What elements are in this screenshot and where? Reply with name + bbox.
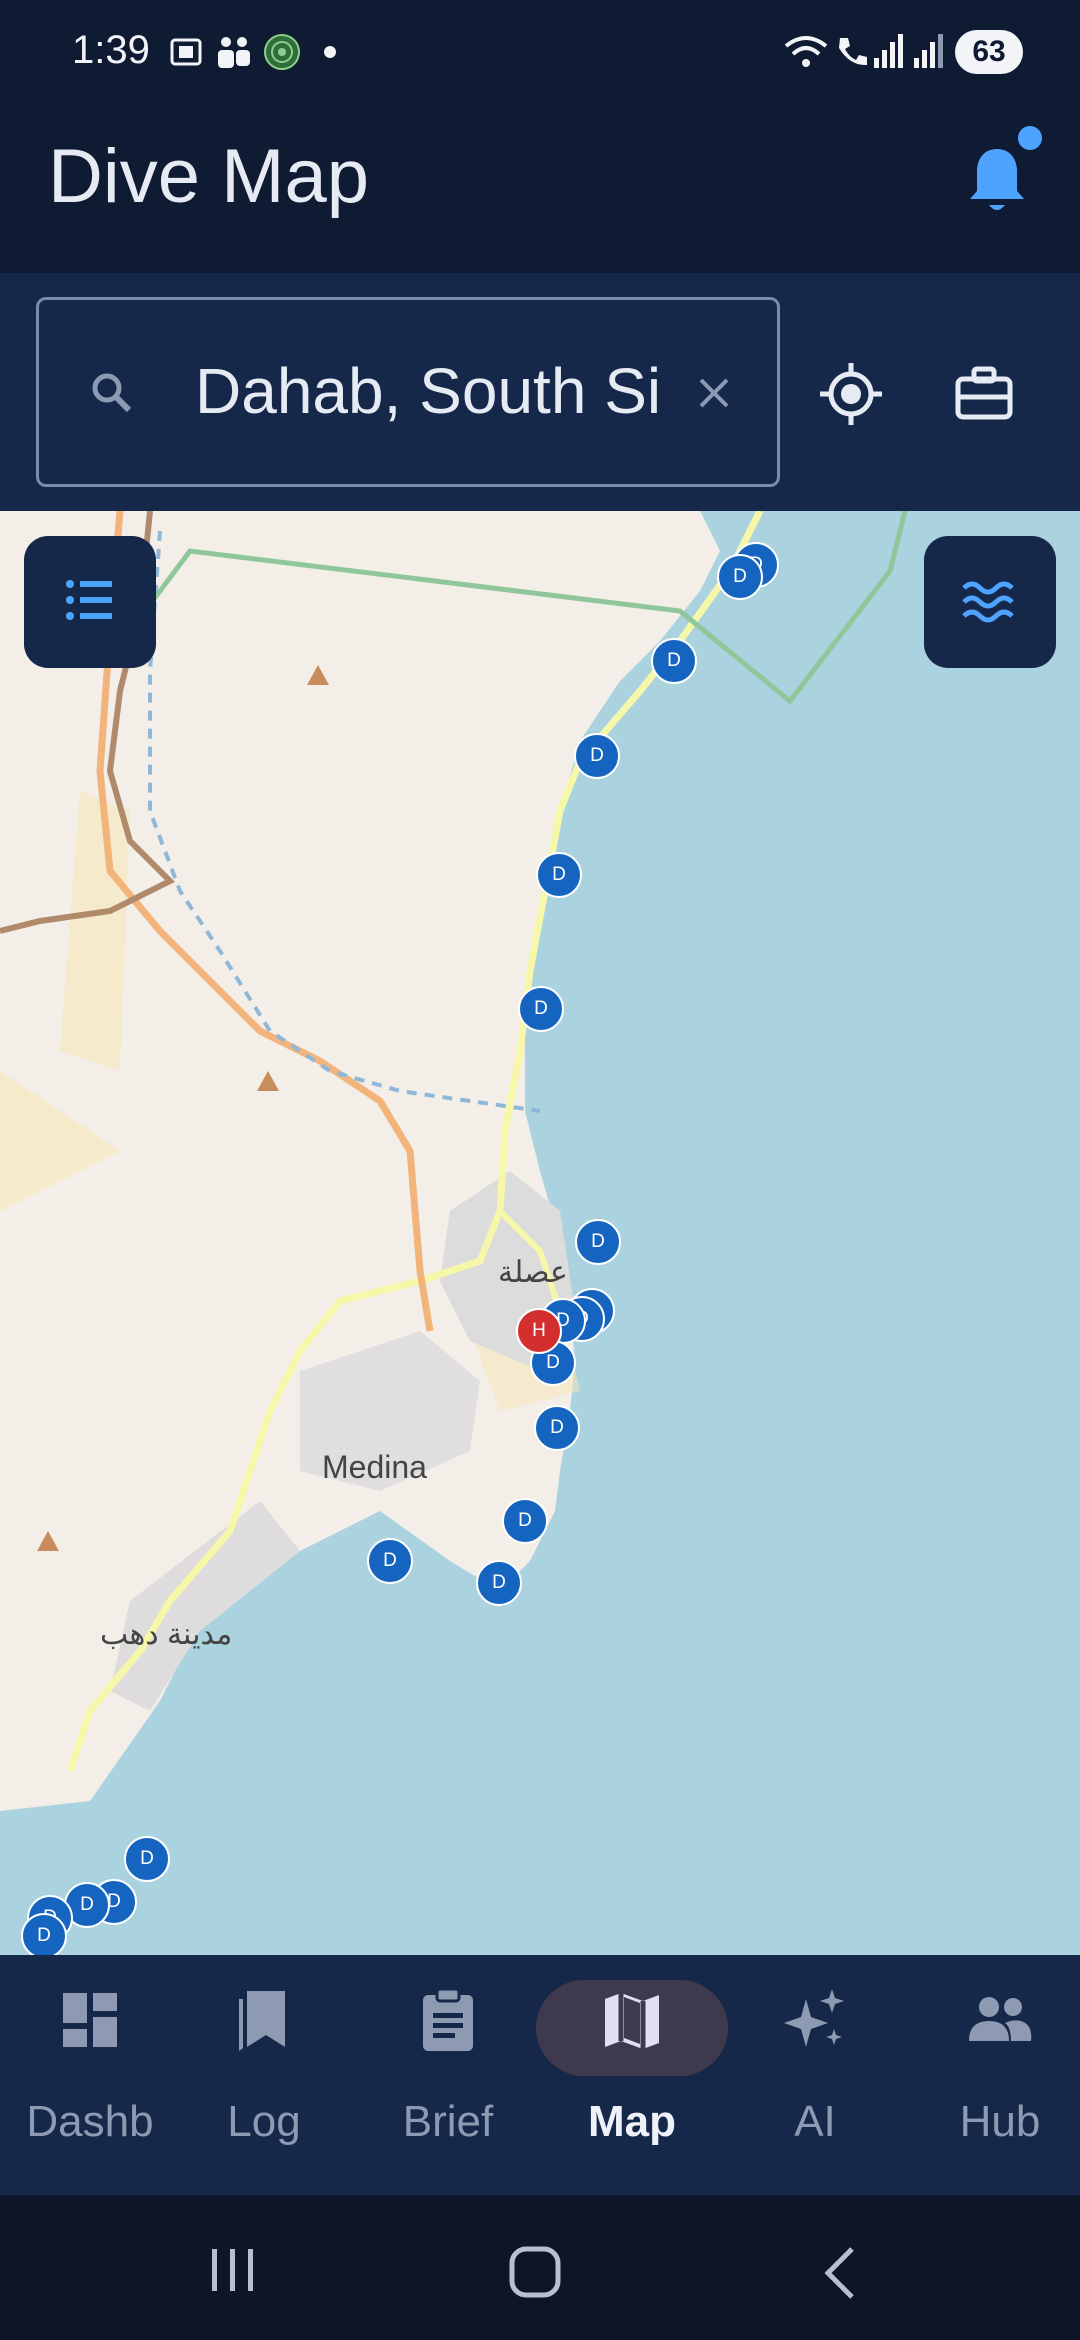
hotel-marker[interactable]: H <box>516 1308 562 1354</box>
notification-dot-icon <box>324 46 336 58</box>
log-book-icon <box>239 1991 285 2051</box>
my-location-icon[interactable] <box>818 361 884 427</box>
map-base-layer <box>0 511 1080 1955</box>
map-label-dahab-city: مدينة دهب <box>100 1618 233 1651</box>
notification-badge <box>1018 126 1042 150</box>
map-label-asala: عصلة <box>498 1256 568 1289</box>
nav-tab-brief[interactable]: Brief <box>358 1955 538 2195</box>
dive-site-marker[interactable]: D <box>534 1405 580 1451</box>
status-bar: 1:39 63 <box>0 0 1080 105</box>
dive-site-marker[interactable]: D <box>574 733 620 779</box>
app-bar: Dive Map <box>0 105 1080 273</box>
dive-site-marker[interactable]: D <box>21 1913 67 1955</box>
dive-map[interactable]: Medina مدينة دهب عصلة D D D D D D D D D … <box>0 511 1080 1955</box>
nav-label: Dashb <box>26 2097 154 2146</box>
search-icon <box>92 373 132 413</box>
nav-tab-ai[interactable]: AI <box>725 1955 905 2195</box>
page-title: Dive Map <box>48 134 369 219</box>
list-view-button[interactable] <box>24 536 156 668</box>
clipboard-icon <box>423 1987 473 2051</box>
map-label-medina: Medina <box>322 1449 427 1485</box>
dashboard-icon <box>63 1993 117 2047</box>
signal-icon <box>874 34 903 68</box>
map-icon <box>605 1993 659 2049</box>
back-icon[interactable] <box>820 2245 860 2301</box>
dive-site-marker[interactable]: D <box>717 554 763 600</box>
nav-label: Brief <box>402 2097 494 2146</box>
notifications-bell-icon[interactable] <box>962 141 1032 221</box>
waves-icon <box>962 581 1014 623</box>
system-navigation-bar <box>0 2195 1080 2340</box>
wifi-icon <box>784 36 828 67</box>
home-icon[interactable] <box>508 2245 564 2301</box>
nav-label: Log <box>227 2097 301 2146</box>
signal-icon-2 <box>914 34 943 68</box>
dive-site-marker[interactable]: D <box>575 1219 621 1265</box>
nav-label: AI <box>794 2097 836 2146</box>
clear-search-icon[interactable] <box>689 368 739 418</box>
dive-site-marker[interactable]: D <box>536 852 582 898</box>
layers-button[interactable] <box>924 536 1056 668</box>
call-icon <box>839 38 867 66</box>
nav-tab-map[interactable]: Map <box>542 1955 722 2195</box>
dive-site-marker[interactable]: D <box>124 1836 170 1882</box>
teams-icon <box>218 37 250 68</box>
dive-site-marker[interactable]: D <box>367 1538 413 1584</box>
nav-label: Hub <box>959 2097 1041 2146</box>
list-icon <box>66 580 112 620</box>
recent-apps-icon[interactable] <box>208 2245 258 2295</box>
battery-level: 63 <box>955 30 1023 74</box>
nav-tab-dashboard[interactable]: Dashb <box>0 1955 180 2195</box>
radar-icon <box>264 34 300 70</box>
dive-site-marker[interactable]: D <box>651 638 697 684</box>
briefcase-icon[interactable] <box>954 365 1014 421</box>
dive-site-marker[interactable]: D <box>518 986 564 1032</box>
status-time: 1:39 <box>72 28 150 72</box>
bottom-navigation: Dashb Log Brief Map AI Hub <box>0 1955 1080 2195</box>
nav-tab-log[interactable]: Log <box>174 1955 354 2195</box>
screenshot-icon <box>170 38 202 66</box>
people-icon <box>969 1997 1032 2041</box>
sparkle-icon <box>784 1989 844 2047</box>
search-bar-container: Dahab, South Sinai, Egypt <box>0 273 1080 511</box>
nav-label: Map <box>588 2097 676 2146</box>
location-search-input[interactable]: Dahab, South Sinai, Egypt <box>36 297 780 487</box>
nav-tab-hub[interactable]: Hub <box>910 1955 1080 2195</box>
dive-site-marker[interactable]: D <box>502 1498 548 1544</box>
search-input-value[interactable]: Dahab, South Sinai, Egypt <box>195 354 665 434</box>
dive-site-marker[interactable]: D <box>476 1560 522 1606</box>
